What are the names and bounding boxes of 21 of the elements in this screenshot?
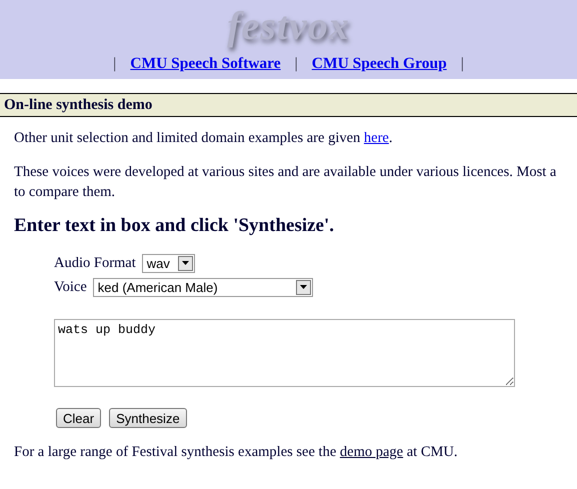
footer-text: For a large range of Festival synthesis examples see the demo page at CMU. (14, 444, 458, 461)
format-dropdown[interactable]: wav (142, 254, 195, 272)
voice-dropdown[interactable]: ked (American Male) (92, 278, 313, 296)
instruction-heading: Enter text in box and click 'Synthesize'. (14, 215, 336, 237)
nav-separator: | (460, 55, 464, 73)
form-button[interactable]: Clear (56, 408, 102, 428)
nav-separator: | (294, 55, 298, 73)
field-label: Voice (54, 278, 87, 296)
form-button[interactable]: Synthesize (109, 408, 187, 428)
text-input-field[interactable]: wats up buddy (54, 319, 515, 387)
nav-link[interactable]: CMU Speech Software (130, 55, 281, 73)
here-link[interactable]: here (364, 130, 389, 146)
site-logo: festvox (227, 2, 350, 50)
paragraph-line: to compare them. (14, 183, 116, 202)
nav-separator: | (113, 55, 116, 73)
intro-text: Other unit selection and limited domain examples are given here. (14, 130, 394, 147)
nav-link[interactable]: CMU Speech Group (312, 55, 447, 73)
demo-page-link[interactable]: demo page (340, 444, 404, 460)
field-label: Audio Format (54, 254, 136, 272)
section-title: On-line synthesis demo (0, 93, 577, 117)
paragraph-line: These voices were developed at various sites and are available under various licences. Most a (14, 163, 558, 182)
